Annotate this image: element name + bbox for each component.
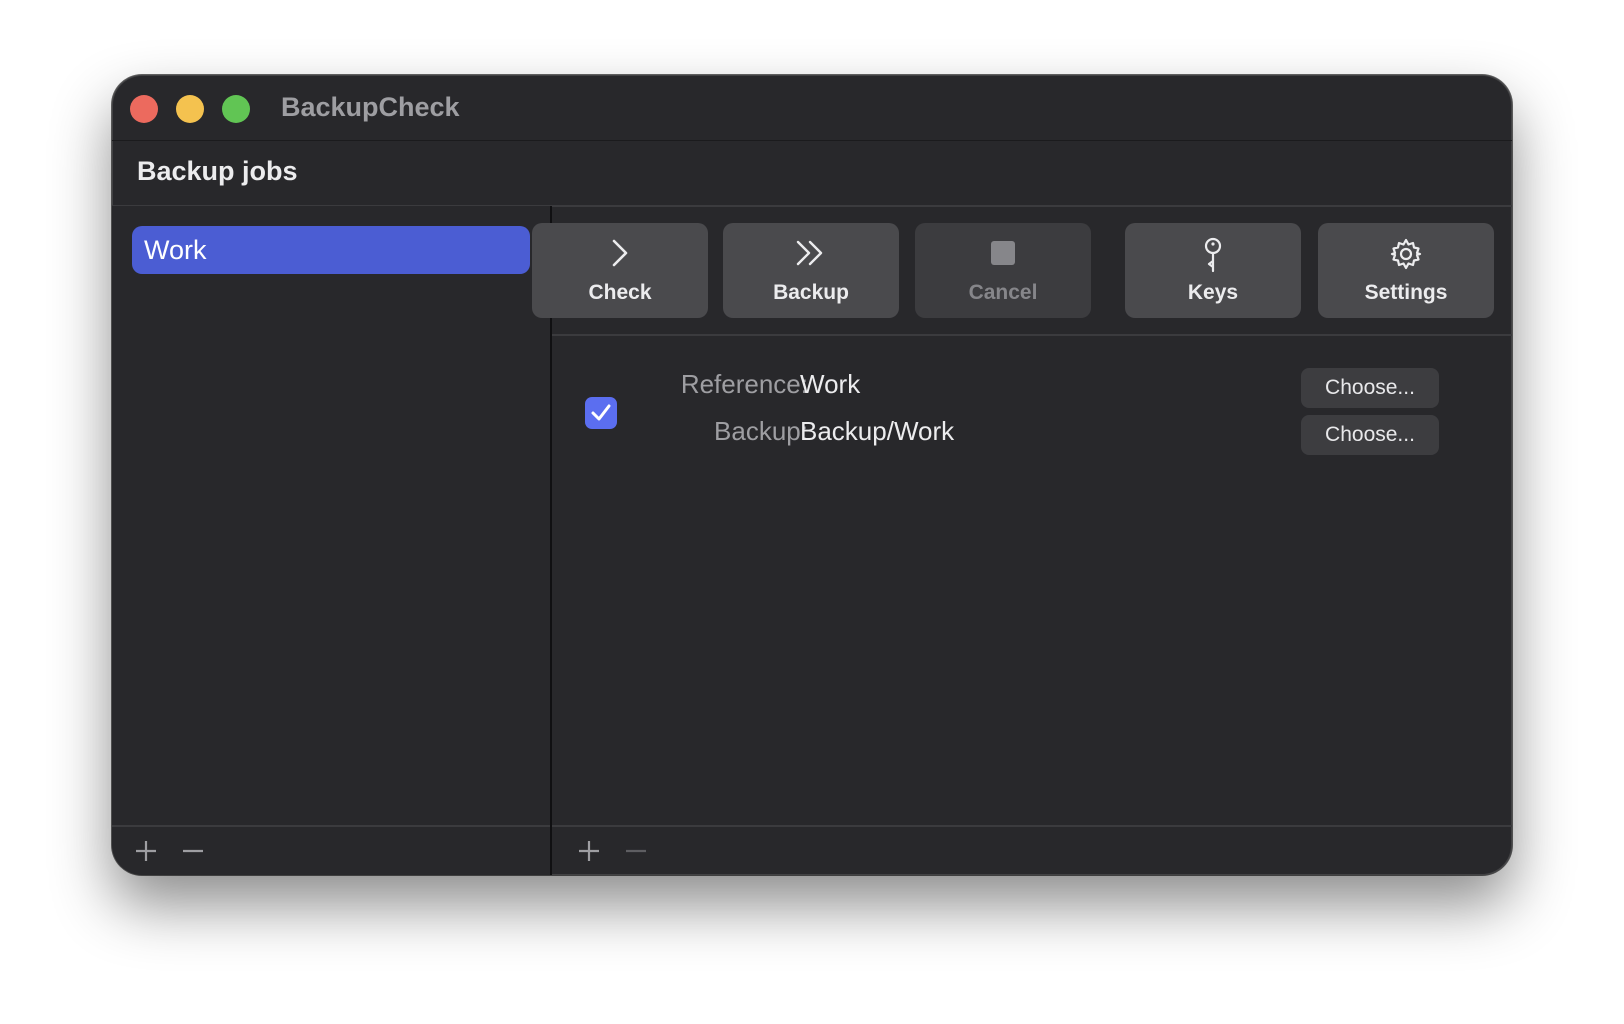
keys-button[interactable]: Keys [1125, 223, 1301, 318]
chevron-right-icon [612, 239, 628, 267]
plus-icon[interactable] [134, 839, 158, 863]
sidebar-bottom-bar [112, 825, 550, 875]
title-bar[interactable]: BackupCheck [112, 75, 1512, 141]
backup-button[interactable]: Backup [723, 223, 899, 318]
close-window-button[interactable] [130, 95, 158, 123]
minus-icon[interactable] [181, 839, 205, 863]
reference-label: Reference: [680, 369, 808, 399]
app-window: BackupCheck Backup jobs Work Check Backu… [112, 75, 1512, 875]
main-panel: Check Backup Cancel Keys Settings Refere… [532, 206, 1512, 875]
check-button-label: Check [588, 281, 652, 304]
backup-value: Backup/Work [800, 416, 955, 446]
settings-button-label: Settings [1364, 281, 1448, 304]
window-title: BackupCheck [281, 92, 460, 122]
main-bottom-bar [552, 825, 1512, 875]
gear-icon [1390, 238, 1422, 270]
section-header: Backup jobs [112, 140, 1512, 207]
page-title: Backup jobs [137, 156, 298, 186]
minimize-window-button[interactable] [176, 95, 204, 123]
plus-icon[interactable] [577, 839, 601, 863]
cancel-button[interactable]: Cancel [915, 223, 1091, 318]
sidebar: Work [112, 206, 552, 875]
zoom-window-button[interactable] [222, 95, 250, 123]
toolbar: Check Backup Cancel Keys Settings [532, 206, 1512, 336]
choose-backup-button[interactable]: Choose... [1301, 415, 1439, 455]
minus-icon[interactable] [624, 839, 648, 863]
keys-button-label: Keys [1187, 281, 1239, 304]
double-chevron-right-icon [796, 240, 823, 266]
sidebar-item-work[interactable]: Work [132, 226, 530, 274]
choose-reference-button[interactable]: Choose... [1301, 368, 1439, 408]
reference-value: Work [800, 369, 861, 399]
backup-label: Backup: [714, 416, 808, 446]
key-icon [1204, 237, 1222, 273]
cancel-button-label: Cancel [968, 281, 1038, 304]
stop-icon [991, 241, 1015, 265]
settings-button[interactable]: Settings [1318, 223, 1494, 318]
check-button[interactable]: Check [532, 223, 708, 318]
backup-button-label: Backup [773, 281, 849, 304]
